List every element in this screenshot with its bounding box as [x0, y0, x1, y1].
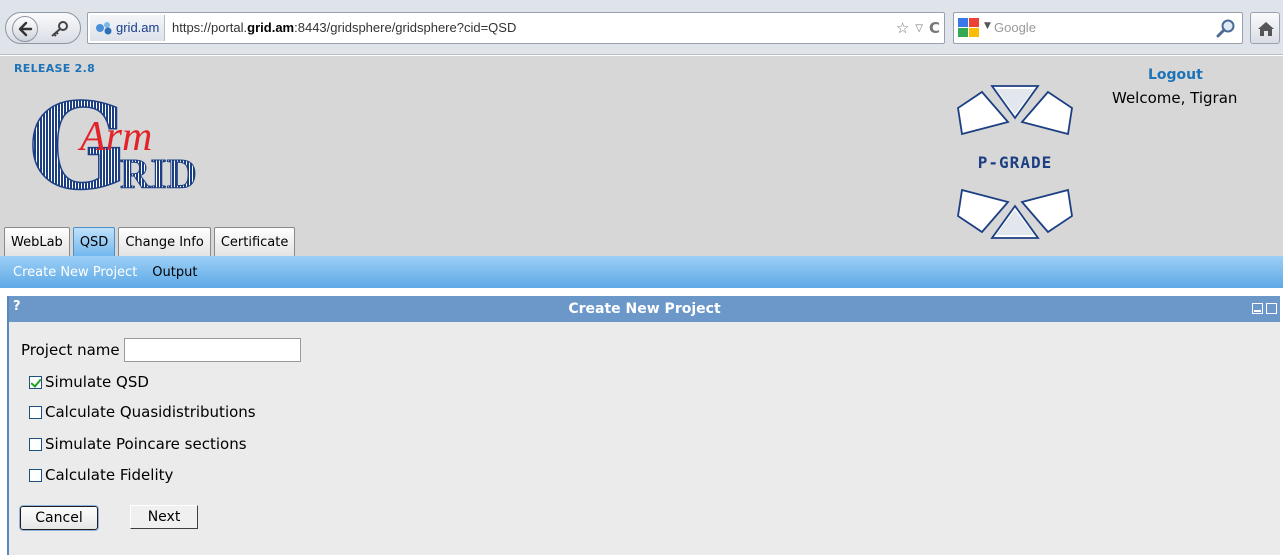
cancel-button[interactable]: Cancel — [19, 505, 99, 531]
simulate-qsd-label: Simulate QSD — [45, 373, 149, 391]
minimize-icon[interactable] — [1252, 303, 1263, 314]
url-host: grid.am — [247, 20, 295, 35]
tab-change-info[interactable]: Change Info — [118, 227, 211, 257]
portlet-title-bar: ? Create New Project — [9, 296, 1280, 322]
option-calculate-quasidistributions[interactable]: Calculate Quasidistributions — [29, 403, 256, 421]
logout-link[interactable]: Logout — [1148, 67, 1203, 83]
home-button[interactable] — [1250, 12, 1280, 44]
identity-key-icon[interactable] — [48, 20, 70, 38]
maximize-icon[interactable] — [1266, 303, 1277, 314]
calculate-fidelity-label: Calculate Fidelity — [45, 466, 174, 484]
site-favicon-icon — [96, 22, 112, 35]
option-simulate-qsd[interactable]: Simulate QSD — [29, 373, 149, 391]
option-simulate-poincare-sections[interactable]: Simulate Poincare sections — [29, 435, 247, 453]
back-button[interactable] — [12, 16, 38, 42]
search-engine-google-icon[interactable] — [958, 18, 980, 38]
tab-qsd[interactable]: QSD — [72, 227, 116, 257]
pgrade-label: P-GRADE — [978, 153, 1052, 172]
home-icon — [1258, 22, 1274, 36]
url-text[interactable]: https://portal.grid.am:8443/gridsphere/g… — [172, 13, 516, 43]
subnav-create-new-project[interactable]: Create New Project — [13, 265, 137, 280]
back-arrow-icon — [18, 21, 33, 37]
site-identity-button[interactable]: grid.am — [90, 15, 166, 41]
calculate-quasidistributions-checkbox[interactable] — [29, 405, 42, 419]
window-controls — [1252, 303, 1277, 314]
main-tabs: WebLab QSD Change Info Certificate — [4, 227, 296, 257]
logo-text-rid: RID — [120, 152, 197, 198]
history-dropdown-icon[interactable]: ▽ — [915, 23, 923, 34]
reload-icon[interactable]: C — [929, 19, 940, 37]
subnav: Create New Project Output — [13, 265, 197, 280]
nav-buttons — [5, 12, 81, 44]
search-engine-dropdown-icon[interactable]: ▼ — [984, 21, 991, 31]
address-bar[interactable]: grid.am https://portal.grid.am:8443/grid… — [87, 12, 945, 44]
tab-certificate[interactable]: Certificate — [213, 227, 296, 257]
project-name-input[interactable] — [123, 338, 301, 362]
calculate-quasidistributions-label: Calculate Quasidistributions — [45, 403, 256, 421]
next-button[interactable]: Next — [130, 505, 198, 529]
project-name-label: Project name — [21, 341, 120, 359]
tab-weblab[interactable]: WebLab — [4, 227, 70, 257]
portal-header: RELEASE 2.8 G Arm RID P-GRADE Logout Wel… — [0, 56, 1283, 256]
subnav-bar: Create New Project Output — [0, 256, 1283, 288]
pgrade-logo: P-GRADE — [957, 85, 1073, 239]
browser-toolbar: grid.am https://portal.grid.am:8443/grid… — [0, 0, 1283, 55]
site-chip-label: grid.am — [116, 20, 160, 35]
simulate-poincare-sections-label: Simulate Poincare sections — [45, 435, 247, 453]
url-prefix: https://portal. — [172, 20, 248, 35]
simulate-poincare-sections-checkbox[interactable] — [29, 437, 42, 451]
bookmark-star-icon[interactable]: ☆ — [896, 19, 909, 37]
armgrid-logo: G Arm RID — [28, 76, 198, 204]
url-suffix: :8443/gridsphere/gridsphere?cid=QSD — [294, 20, 517, 35]
release-label: RELEASE 2.8 — [14, 62, 96, 75]
portlet-title: Create New Project — [568, 301, 721, 317]
simulate-qsd-checkbox[interactable] — [29, 375, 42, 389]
subnav-output[interactable]: Output — [152, 265, 197, 280]
search-box[interactable]: ▼ Google — [953, 12, 1243, 44]
portlet-body: Project name Simulate QSD Calculate Quas… — [9, 323, 1280, 555]
url-action-icons: ☆ ▽ C — [896, 18, 940, 38]
search-placeholder: Google — [994, 20, 1036, 35]
project-name-row: Project name — [21, 338, 301, 362]
welcome-message: Welcome, Tigran — [1112, 89, 1238, 107]
calculate-fidelity-checkbox[interactable] — [29, 468, 42, 482]
search-magnifier-icon[interactable] — [1216, 18, 1236, 38]
option-calculate-fidelity[interactable]: Calculate Fidelity — [29, 466, 173, 484]
